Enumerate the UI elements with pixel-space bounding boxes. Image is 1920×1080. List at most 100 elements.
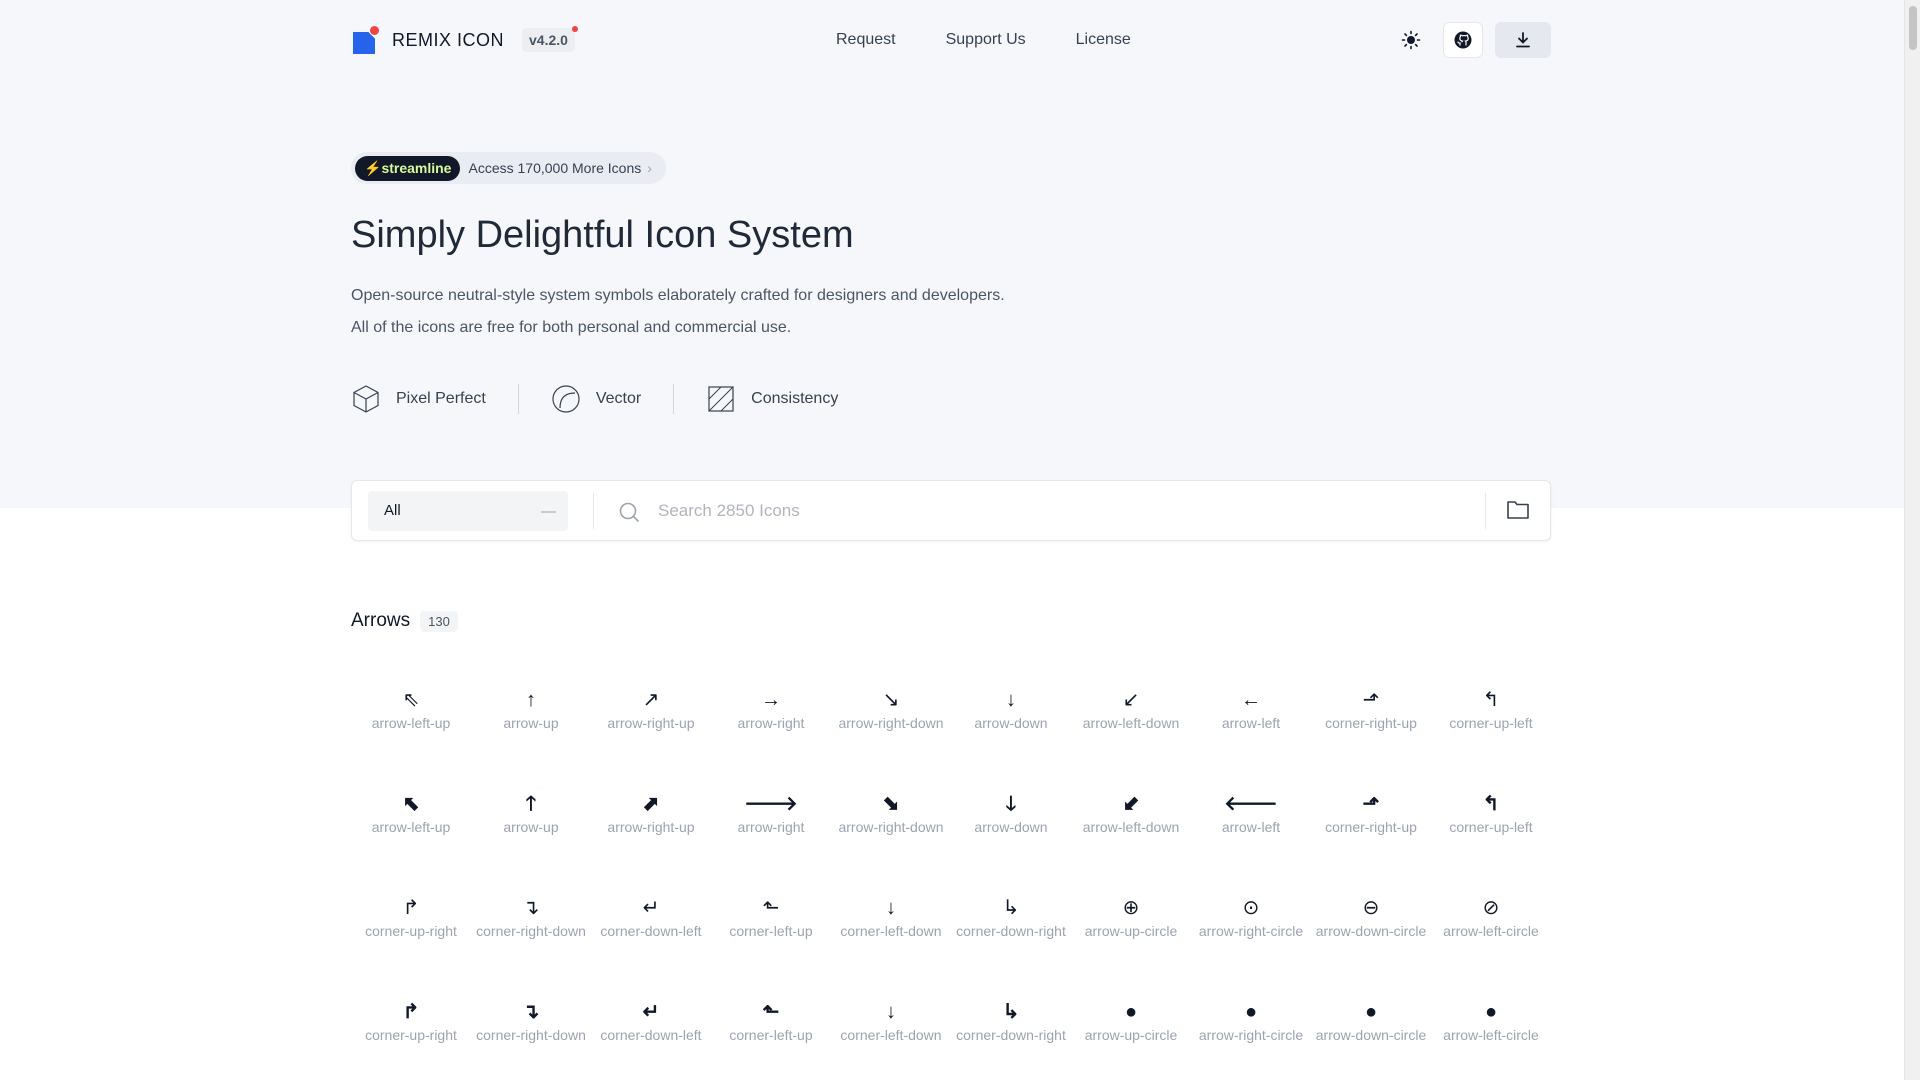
corner-down-right-icon: ↳ [1002, 897, 1020, 919]
icon-label: arrow-right [737, 715, 805, 731]
icon-item[interactable]: ↳ corner-down-right [951, 992, 1071, 1080]
download-button[interactable] [1495, 22, 1551, 58]
search-input[interactable] [658, 495, 1258, 527]
arrow-left-circle-icon: ⊘ [1482, 897, 1500, 919]
icon-item[interactable]: ↓ corner-left-down [831, 992, 951, 1080]
nav-license[interactable]: License [1076, 31, 1131, 49]
icon-item[interactable]: 🡐 arrow-left [1191, 784, 1311, 888]
icon-label: arrow-left-circle [1443, 1027, 1539, 1043]
icon-item[interactable]: ↴ corner-right-down [471, 888, 591, 992]
icon-item[interactable]: ● arrow-left-circle [1431, 992, 1551, 1080]
arrow-left-circle-icon: ● [1484, 1001, 1498, 1023]
feature-vector: Vector [517, 384, 673, 414]
arrow-left-down-icon: ↙ [1122, 689, 1140, 711]
arrow-up-circle-icon: ● [1124, 1001, 1138, 1023]
icon-item[interactable]: ↗ arrow-right-up [591, 680, 711, 784]
icon-item[interactable]: ● arrow-up-circle [1071, 992, 1191, 1080]
streamline-promo[interactable]: ⚡streamline Access 170,000 More Icons › [351, 152, 666, 184]
icon-item[interactable]: ⬑ corner-left-up [711, 888, 831, 992]
icon-label: corner-down-right [956, 1027, 1066, 1043]
icon-item[interactable]: ⬈ arrow-right-up [591, 784, 711, 888]
corner-left-up-icon: ⬑ [762, 1001, 780, 1023]
icon-item[interactable]: ↳ corner-down-right [951, 888, 1071, 992]
corner-down-right-icon: ↳ [1002, 1001, 1020, 1023]
icon-item[interactable]: ↘ arrow-right-down [831, 680, 951, 784]
search-bar: All — [351, 480, 1551, 541]
icon-label: arrow-down [974, 819, 1048, 835]
icon-item[interactable]: ⬑ corner-left-up [711, 992, 831, 1080]
arrow-left-down-icon: ⬋ [1122, 793, 1140, 815]
streamline-badge: ⚡streamline [355, 155, 461, 181]
scrollbar[interactable] [1904, 0, 1920, 1080]
arrow-right-down-icon: ↘ [882, 689, 900, 711]
icon-item[interactable]: ↱ corner-up-right [351, 888, 471, 992]
hero-desc-line-2: All of the icons are free for both perso… [351, 319, 792, 336]
icon-item[interactable]: ⇖ arrow-left-up [351, 680, 471, 784]
arrow-right-icon: 🡒 [744, 793, 798, 815]
arrow-right-circle-icon: ● [1244, 1001, 1258, 1023]
icon-item[interactable]: ↑ arrow-up [471, 680, 591, 784]
icon-item[interactable]: 🡒 arrow-right [711, 784, 831, 888]
icon-label: corner-left-down [840, 923, 942, 939]
icon-item[interactable]: ⬋ arrow-left-down [1071, 784, 1191, 888]
icon-item[interactable]: ⊕ arrow-up-circle [1071, 888, 1191, 992]
icon-item[interactable]: ⊘ arrow-left-circle [1431, 888, 1551, 992]
arrow-left-up-icon: ⇖ [402, 689, 420, 711]
corner-left-down-icon: ↓ [886, 1001, 896, 1023]
icon-label: arrow-left-up [371, 715, 451, 731]
corner-down-left-icon: ↵ [642, 1001, 660, 1023]
icon-item[interactable]: ⬉ arrow-left-up [351, 784, 471, 888]
icon-label: corner-down-left [600, 1027, 702, 1043]
icon-item[interactable]: → arrow-right [711, 680, 831, 784]
icon-item[interactable]: ↓ corner-left-down [831, 888, 951, 992]
icon-row: ↱ corner-up-right ↴ corner-right-down ↵ corne… [351, 888, 1551, 992]
icon-label: corner-right-up [1325, 819, 1417, 835]
icon-item[interactable]: ↓ arrow-down [951, 680, 1071, 784]
folder-icon[interactable] [1506, 499, 1530, 521]
icon-item[interactable]: ⬏ corner-right-up [1311, 680, 1431, 784]
corner-right-up-icon: ⬏ [1362, 793, 1380, 815]
arrow-right-down-icon: ⬊ [882, 793, 900, 815]
feature-label: Vector [595, 390, 642, 407]
search-icon [619, 502, 639, 522]
arrow-up-icon: ↑ [526, 689, 536, 711]
github-button[interactable] [1443, 22, 1483, 58]
icon-item[interactable]: ↴ corner-right-down [471, 992, 591, 1080]
icon-label: arrow-left [1221, 819, 1281, 835]
category-select[interactable]: All — [368, 491, 568, 531]
icon-item[interactable]: ↵ corner-down-left [591, 992, 711, 1080]
icon-item[interactable]: ↰ corner-up-left [1431, 680, 1551, 784]
header-actions [1391, 22, 1551, 58]
icon-item[interactable]: ⬊ arrow-right-down [831, 784, 951, 888]
brand[interactable]: REMIX ICON v4.2.0 [351, 26, 578, 54]
icon-label: arrow-right-circle [1198, 1027, 1304, 1043]
vector-circle-icon [552, 385, 580, 413]
icon-item[interactable]: ● arrow-down-circle [1311, 992, 1431, 1080]
icon-label: arrow-left-circle [1443, 923, 1539, 939]
theme-toggle-button[interactable] [1391, 22, 1431, 58]
corner-up-right-icon: ↱ [402, 1001, 420, 1023]
version-badge[interactable]: v4.2.0 [522, 26, 578, 52]
icon-item[interactable]: ⊖ arrow-down-circle [1311, 888, 1431, 992]
icon-item[interactable]: ↱ corner-up-right [351, 992, 471, 1080]
icon-item[interactable]: ↙ arrow-left-down [1071, 680, 1191, 784]
corner-up-right-icon: ↱ [402, 897, 420, 919]
icon-item[interactable]: ⊙ arrow-right-circle [1191, 888, 1311, 992]
icon-item[interactable]: ● arrow-right-circle [1191, 992, 1311, 1080]
icon-item[interactable]: 🡑 arrow-up [471, 784, 591, 888]
icon-item[interactable]: 🡓 arrow-down [951, 784, 1071, 888]
icon-item[interactable]: ← arrow-left [1191, 680, 1311, 784]
icon-item[interactable]: ↰ corner-up-left [1431, 784, 1551, 888]
feature-label: Consistency [751, 390, 839, 407]
icon-item[interactable]: ↵ corner-down-left [591, 888, 711, 992]
arrow-down-icon: ↓ [1006, 689, 1016, 711]
scrollbar-thumb[interactable] [1909, 6, 1917, 50]
icon-label: corner-up-right [365, 1027, 457, 1043]
nav-request[interactable]: Request [836, 31, 896, 49]
icon-row: ⇖ arrow-left-up ↑ arrow-up ↗ arrow-right-up → a… [351, 680, 1551, 784]
nav-support-us[interactable]: Support Us [946, 31, 1026, 49]
chevron-down-icon: — [541, 503, 556, 520]
corner-up-left-icon: ↰ [1482, 689, 1500, 711]
icon-item[interactable]: ⬏ corner-right-up [1311, 784, 1431, 888]
corner-up-left-icon: ↰ [1482, 793, 1500, 815]
